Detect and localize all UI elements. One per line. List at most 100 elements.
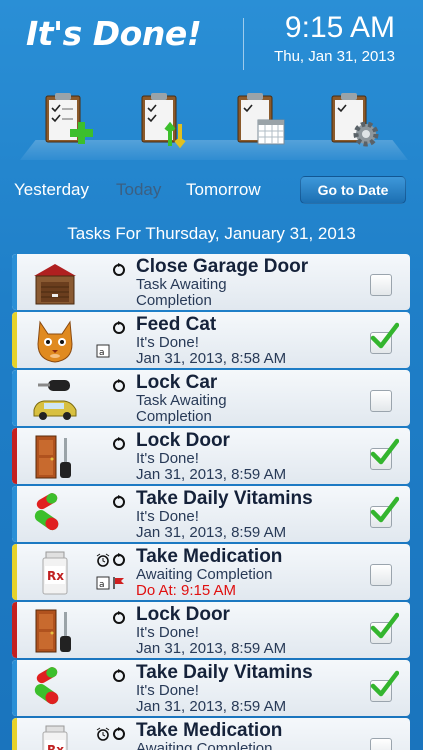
task-status: Task Awaiting xyxy=(136,276,227,293)
task-row[interactable]: Take Daily Vitamins It's Done! Jan 31, 201… xyxy=(12,486,410,542)
door-icon xyxy=(30,608,80,654)
task-checkbox[interactable] xyxy=(370,612,399,644)
task-status-detail: Jan 31, 2013, 8:59 AM xyxy=(136,698,287,715)
task-name: Take Medication xyxy=(136,546,283,567)
task-color-marker xyxy=(12,660,17,716)
task-status: Awaiting Completion xyxy=(136,566,273,583)
flag-icon xyxy=(112,576,126,590)
task-checkbox[interactable] xyxy=(370,322,399,354)
task-text: Take Medication Awaiting Completion Do At:… xyxy=(136,546,366,599)
repeat-icon xyxy=(112,379,126,393)
toolbar xyxy=(0,84,423,164)
task-checkbox[interactable] xyxy=(370,390,392,412)
go-to-date-button[interactable]: Go to Date xyxy=(300,176,406,204)
repeat-icon xyxy=(112,263,126,277)
repeat-icon xyxy=(112,553,126,567)
section-title: Tasks For Thursday, January 31, 2013 xyxy=(67,224,356,243)
task-name: Lock Door xyxy=(136,604,230,625)
rx-bottle-icon: Rx xyxy=(30,724,80,750)
garage-icon xyxy=(30,260,80,306)
task-text: Close Garage Door Task Awaiting Completion xyxy=(136,256,366,309)
task-status-detail: Jan 31, 2013, 8:59 AM xyxy=(136,640,287,657)
sort-tasks-icon xyxy=(141,93,186,149)
task-color-marker xyxy=(12,544,17,600)
task-checkbox[interactable] xyxy=(370,274,392,296)
repeat-icon xyxy=(112,669,126,683)
task-status-detail: Jan 31, 2013, 8:59 AM xyxy=(136,466,287,483)
task-row[interactable]: Lock Car Task Awaiting Completion xyxy=(12,370,410,426)
settings-gear-icon xyxy=(331,93,379,147)
task-status-detail: Jan 31, 2013, 8:58 AM xyxy=(136,350,287,367)
door-icon xyxy=(30,434,80,480)
cat-icon xyxy=(30,318,80,364)
task-status: It's Done! xyxy=(136,624,199,641)
task-checkbox[interactable] xyxy=(370,564,392,586)
task-name: Lock Car xyxy=(136,372,218,393)
task-status-detail: Completion xyxy=(136,408,212,425)
task-status: Task Awaiting xyxy=(136,392,227,409)
task-text: Lock Door It's Done! Jan 31, 2013, 8:59 AM xyxy=(136,430,366,483)
repeat-icon xyxy=(112,437,126,451)
calendar-tasks-button[interactable] xyxy=(232,88,292,152)
car-key-icon xyxy=(30,376,80,422)
task-text: Take Daily Vitamins It's Done! Jan 31, 201… xyxy=(136,488,366,541)
task-checkbox[interactable] xyxy=(370,670,399,702)
day-navigation: Yesterday Today Tomorrow Go to Date xyxy=(0,176,423,206)
task-text: Feed Cat It's Done! Jan 31, 2013, 8:58 AM xyxy=(136,314,366,367)
task-status: It's Done! xyxy=(136,334,199,351)
task-row[interactable]: Rx a Take Medication Awaiting Completion Do … xyxy=(12,544,410,600)
task-text: Take Daily Vitamins It's Done! Jan 31, 201… xyxy=(136,662,366,715)
note-icon: a xyxy=(96,344,110,358)
task-status-detail: Jan 31, 2013, 8:59 AM xyxy=(136,524,287,541)
add-task-icon xyxy=(45,93,93,144)
task-checkbox[interactable] xyxy=(370,496,399,528)
clock: 9:15 AM Thu, Jan 31, 2013 xyxy=(274,11,395,66)
task-color-marker xyxy=(12,602,17,658)
svg-text:a: a xyxy=(99,580,105,590)
task-status: Awaiting Completion xyxy=(136,740,273,750)
alarm-clock-icon xyxy=(96,727,110,741)
svg-text:Rx: Rx xyxy=(47,569,64,583)
clock-date: Thu, Jan 31, 2013 xyxy=(274,48,395,65)
task-text: Take Medication Awaiting Completion xyxy=(136,720,366,750)
task-status: It's Done! xyxy=(136,508,199,525)
rx-bottle-icon: Rx xyxy=(30,550,80,596)
task-row[interactable]: Rx Take Medication Awaiting Completion xyxy=(12,718,410,750)
task-name: Take Medication xyxy=(136,720,283,741)
task-checkbox[interactable] xyxy=(370,438,399,470)
repeat-icon xyxy=(112,611,126,625)
task-row[interactable]: Take Daily Vitamins It's Done! Jan 31, 201… xyxy=(12,660,410,716)
svg-text:a: a xyxy=(99,348,105,358)
add-task-button[interactable] xyxy=(40,88,100,152)
task-due-time: Do At: 9:15 AM xyxy=(136,582,237,599)
tab-yesterday[interactable]: Yesterday xyxy=(14,180,89,200)
svg-text:Rx: Rx xyxy=(47,743,64,750)
task-name: Lock Door xyxy=(136,430,230,451)
app-title: It's Done! xyxy=(26,14,202,53)
task-name: Take Daily Vitamins xyxy=(136,488,313,509)
task-list: Close Garage Door Task Awaiting Completion… xyxy=(12,254,410,750)
task-checkbox[interactable] xyxy=(370,738,392,750)
alarm-clock-icon xyxy=(96,553,110,567)
task-status-detail: Completion xyxy=(136,292,212,309)
settings-tasks-button[interactable] xyxy=(326,88,386,152)
pills-icon xyxy=(30,492,80,538)
task-color-marker xyxy=(12,428,17,484)
tab-tomorrow[interactable]: Tomorrow xyxy=(186,180,261,200)
task-row[interactable]: Lock Door It's Done! Jan 31, 2013, 8:59 AM xyxy=(12,602,410,658)
task-row[interactable]: Lock Door It's Done! Jan 31, 2013, 8:59 AM xyxy=(12,428,410,484)
task-row[interactable]: Close Garage Door Task Awaiting Completion xyxy=(12,254,410,310)
clock-time: 9:15 AM xyxy=(284,11,395,44)
task-name: Close Garage Door xyxy=(136,256,309,277)
task-name: Feed Cat xyxy=(136,314,217,335)
task-row[interactable]: a Feed Cat It's Done! Jan 31, 2013, 8:58 AM xyxy=(12,312,410,368)
task-color-marker xyxy=(12,486,17,542)
tab-today[interactable]: Today xyxy=(116,180,161,200)
app-header: It's Done! 9:15 AM Thu, Jan 31, 2013 xyxy=(0,0,423,80)
sort-tasks-button[interactable] xyxy=(136,88,196,152)
pills-icon xyxy=(30,666,80,712)
repeat-icon xyxy=(112,321,126,335)
task-status: It's Done! xyxy=(136,682,199,699)
task-text: Lock Door It's Done! Jan 31, 2013, 8:59 AM xyxy=(136,604,366,657)
task-status: It's Done! xyxy=(136,450,199,467)
